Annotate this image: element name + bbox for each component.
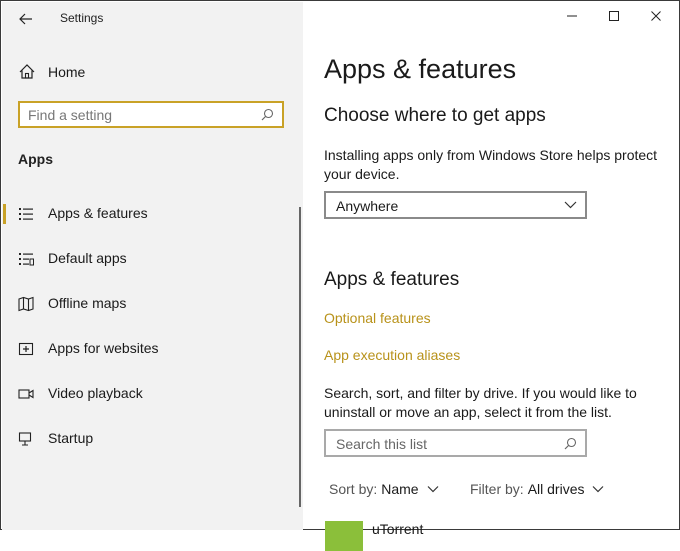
sidebar-item-label: Video playback [48, 385, 143, 401]
close-button[interactable] [633, 5, 679, 29]
sidebar-item-apps-websites[interactable]: Apps for websites [3, 334, 293, 364]
sort-by-label: Sort by: [329, 481, 378, 497]
chevron-down-icon [593, 486, 604, 493]
choose-apps-description: Installing apps only from Windows Store … [324, 147, 658, 182]
page-title: Apps & features [324, 54, 517, 84]
app-execution-aliases-link[interactable]: App execution aliases [324, 347, 460, 363]
optional-features-link[interactable]: Optional features [324, 310, 431, 326]
settings-window: Settings Home Apps Apps & featu [0, 0, 680, 551]
sidebar-item-label: Apps for websites [48, 340, 159, 356]
find-setting-box[interactable] [18, 101, 284, 128]
find-setting-input[interactable] [28, 106, 258, 124]
maximize-button[interactable] [591, 5, 637, 29]
sidebar-item-startup[interactable]: Startup [3, 424, 293, 454]
offline-maps-icon [18, 296, 34, 312]
apps-websites-icon [18, 342, 34, 356]
video-playback-icon [18, 389, 34, 399]
app-name: uTorrent [372, 521, 424, 537]
sidebar-item-label: Default apps [48, 250, 127, 266]
app-source-dropdown[interactable]: Anywhere [324, 191, 587, 219]
apps-features-heading: Apps & features [324, 269, 460, 290]
sidebar-scrollbar[interactable] [299, 207, 301, 507]
filter-by-value: All drives [527, 481, 585, 497]
startup-icon [18, 432, 32, 446]
filter-by-dropdown[interactable]: Filter by: All drives [470, 481, 604, 497]
dropdown-value: Anywhere [336, 198, 399, 214]
sidebar-item-label: Offline maps [48, 295, 127, 311]
back-arrow-icon[interactable] [14, 8, 38, 30]
minimize-button[interactable] [549, 5, 595, 29]
search-list-box[interactable] [324, 429, 587, 457]
chevron-down-icon [427, 486, 439, 493]
filter-by-label: Filter by: [470, 481, 524, 497]
sidebar-item-label: Startup [48, 430, 94, 446]
home-link[interactable]: Home [18, 62, 85, 82]
home-icon [19, 64, 35, 79]
selected-indicator [3, 204, 6, 224]
section-label: Apps [18, 151, 53, 167]
search-icon[interactable] [261, 108, 274, 121]
sidebar-item-offline-maps[interactable]: Offline maps [3, 289, 293, 319]
sidebar-item-video-playback[interactable]: Video playback [3, 379, 293, 409]
sidebar-item-label: Apps & features [48, 205, 148, 221]
sort-by-dropdown[interactable]: Sort by: Name [329, 481, 439, 497]
search-icon[interactable] [564, 437, 577, 450]
window-title: Settings [60, 11, 104, 25]
search-list-input[interactable] [336, 435, 551, 453]
sidebar-item-default-apps[interactable]: Default apps [3, 244, 293, 274]
sidebar-item-apps-features[interactable]: Apps & features [3, 199, 293, 229]
app-tile-icon [325, 521, 363, 551]
chevron-down-icon [564, 201, 577, 209]
default-apps-icon [19, 253, 34, 266]
home-label: Home [48, 64, 86, 80]
sidebar: Settings Home Apps Apps & featu [2, 2, 303, 530]
apps-features-description: Search, sort, and filter by drive. If yo… [324, 385, 637, 420]
choose-apps-heading: Choose where to get apps [324, 105, 546, 126]
sort-by-value: Name [381, 481, 419, 497]
apps-features-icon [19, 208, 33, 220]
